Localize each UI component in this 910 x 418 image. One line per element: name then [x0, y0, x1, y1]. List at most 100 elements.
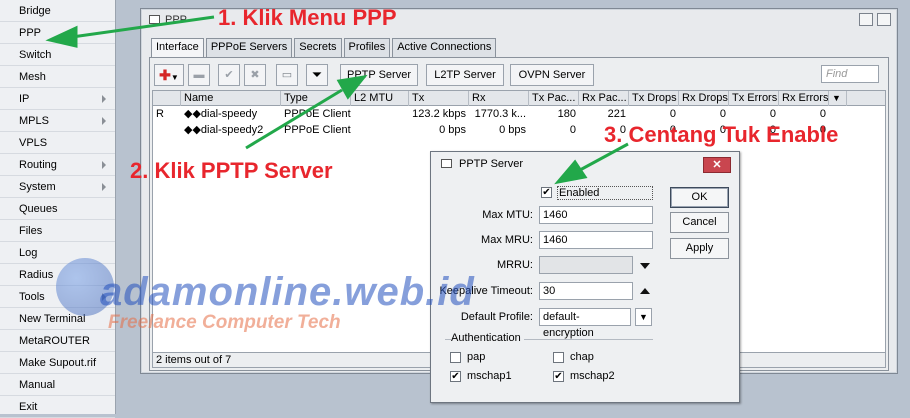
dropdown-icon: ▼: [170, 73, 179, 82]
max-mtu-input[interactable]: 1460: [539, 206, 653, 224]
table-cell-name: ◆◆dial-speedy2: [184, 124, 264, 136]
mschap1-checkbox[interactable]: ✔: [450, 371, 461, 382]
sidebar-item-manual[interactable]: Manual: [0, 374, 115, 396]
table-cell-tx: 0 bps: [439, 124, 466, 136]
sidebar-item-mesh[interactable]: Mesh: [0, 66, 115, 88]
mschap1-label: mschap1: [467, 370, 512, 382]
sidebar-item-label: Make Supout.rif: [19, 357, 97, 369]
minimize-button[interactable]: [859, 13, 873, 26]
mschap2-label: mschap2: [570, 370, 615, 382]
sidebar-item-make-supout-rif[interactable]: Make Supout.rif: [0, 352, 115, 374]
column-header[interactable]: Tx Errors: [729, 91, 779, 106]
sidebar-item-vpls[interactable]: VPLS: [0, 132, 115, 154]
sidebar-item-label: Files: [19, 225, 43, 237]
remove-button[interactable]: ▬: [188, 64, 210, 86]
column-header[interactable]: Rx Errors: [779, 91, 829, 106]
annotation-step2: 2. Klik PPTP Server: [130, 158, 333, 183]
close-icon: ✕: [712, 159, 722, 171]
profile-dropdown-icon[interactable]: ▼: [635, 308, 652, 326]
mrru-dropdown-icon[interactable]: [640, 263, 650, 269]
minus-icon: ▬: [193, 69, 205, 81]
check-icon: ✔: [542, 187, 551, 198]
note-icon: ▭: [281, 69, 293, 81]
sidebar-item-routing[interactable]: Routing: [0, 154, 115, 176]
ppp-window-title: PPP: [165, 14, 188, 26]
tab-active-connections[interactable]: Active Connections: [392, 38, 497, 57]
submenu-arrow-icon: [102, 117, 106, 125]
sidebar-item-mpls[interactable]: MPLS: [0, 110, 115, 132]
table-cell-flag: R: [156, 108, 164, 120]
table-cell-tx-pac: 0: [569, 124, 576, 136]
annotation-step3: 3. Centang Tuk Enable: [604, 122, 839, 147]
enabled-checkbox[interactable]: ✔: [541, 187, 552, 198]
column-header[interactable]: Rx Drops: [679, 91, 729, 106]
table-cell-tx-pac: 180: [557, 108, 576, 120]
ok-button[interactable]: OK: [670, 187, 729, 208]
sidebar-item-files[interactable]: Files: [0, 220, 115, 242]
sidebar-item-label: Mesh: [19, 71, 46, 83]
tab-pppoe-servers[interactable]: PPPoE Servers: [205, 38, 293, 57]
column-header[interactable]: Tx: [409, 91, 469, 106]
table-cell-rx-pac: 221: [607, 108, 626, 120]
sidebar-item-metarouter[interactable]: MetaROUTER: [0, 330, 115, 352]
pap-checkbox[interactable]: [450, 352, 461, 363]
submenu-arrow-icon: [102, 183, 106, 191]
find-input[interactable]: Find: [821, 65, 879, 83]
sidebar-item-label: Radius: [19, 269, 54, 281]
chap-label: chap: [570, 351, 594, 363]
add-button[interactable]: ✚▼: [154, 64, 184, 86]
keepalive-input[interactable]: 30: [539, 282, 633, 300]
mschap2-checkbox[interactable]: ✔: [553, 371, 564, 382]
apply-button[interactable]: Apply: [670, 238, 729, 259]
sidebar-item-label: Tools: [19, 291, 45, 303]
sidebar-item-ip[interactable]: IP: [0, 88, 115, 110]
column-header[interactable]: Tx Pac...: [529, 91, 579, 106]
sidebar-item-label: System: [19, 181, 56, 193]
keepalive-toggle-icon[interactable]: [640, 288, 650, 294]
chap-checkbox[interactable]: [553, 352, 564, 363]
max-mtu-label: Max MTU:: [482, 209, 533, 221]
filter-button[interactable]: ⏷: [306, 64, 328, 86]
tab-profiles[interactable]: Profiles: [343, 38, 391, 57]
table-cell-l2mtu: [351, 122, 409, 138]
tab-interface[interactable]: Interface: [151, 38, 204, 58]
column-header[interactable]: L2 MTU: [351, 91, 409, 106]
sidebar-item-ppp[interactable]: PPP: [0, 22, 115, 44]
sidebar-item-label: IP: [19, 93, 30, 105]
column-header[interactable]: Tx Drops: [629, 91, 679, 106]
disable-button[interactable]: ✖: [244, 64, 266, 86]
table-cell-tx-drops: 0: [669, 108, 676, 120]
maximize-button[interactable]: [877, 13, 891, 26]
pptp-server-dialog: PPTP Server ✕ ✔ Enabled Max MTU: 1460 Ma…: [430, 151, 740, 403]
authentication-label: Authentication: [451, 332, 524, 344]
dialog-titlebar[interactable]: PPTP Server ✕: [431, 152, 739, 176]
check-icon: ✔: [451, 371, 460, 382]
ovpn-server-button[interactable]: OVPN Server: [510, 64, 594, 86]
table-row[interactable]: R ◆◆dial-speedy PPPoE Client 123.2 kbps 1770…: [153, 106, 885, 122]
annotation-step1: 1. Klik Menu PPP: [218, 5, 397, 30]
mrru-input[interactable]: [539, 256, 633, 274]
table-cell-rx-errors: 0: [819, 108, 826, 120]
cancel-button[interactable]: Cancel: [670, 212, 729, 233]
column-header-flag[interactable]: [153, 91, 181, 106]
column-header[interactable]: Type: [281, 91, 351, 106]
sidebar-item-system[interactable]: System: [0, 176, 115, 198]
max-mru-input[interactable]: 1460: [539, 231, 653, 249]
sidebar-item-label: Log: [19, 247, 38, 259]
table-cell-rx: 1770.3 k...: [474, 108, 526, 120]
sidebar-item-switch[interactable]: Switch: [0, 44, 115, 66]
sidebar-item-queues[interactable]: Queues: [0, 198, 115, 220]
column-menu-icon[interactable]: ▼: [829, 91, 847, 106]
column-header[interactable]: Name: [181, 91, 281, 106]
pptp-server-button[interactable]: PPTP Server: [340, 64, 418, 86]
column-header[interactable]: Rx Pac...: [579, 91, 629, 106]
comment-button[interactable]: ▭: [276, 64, 298, 86]
l2tp-server-button[interactable]: L2TP Server: [426, 64, 504, 86]
sidebar-item-bridge[interactable]: Bridge: [0, 0, 115, 22]
sidebar-item-exit[interactable]: Exit: [0, 396, 115, 418]
close-button[interactable]: ✕: [703, 157, 731, 173]
default-profile-select[interactable]: default-encryption: [539, 308, 631, 339]
column-header[interactable]: Rx: [469, 91, 529, 106]
tab-secrets[interactable]: Secrets: [294, 38, 342, 57]
enable-button[interactable]: ✔: [218, 64, 240, 86]
